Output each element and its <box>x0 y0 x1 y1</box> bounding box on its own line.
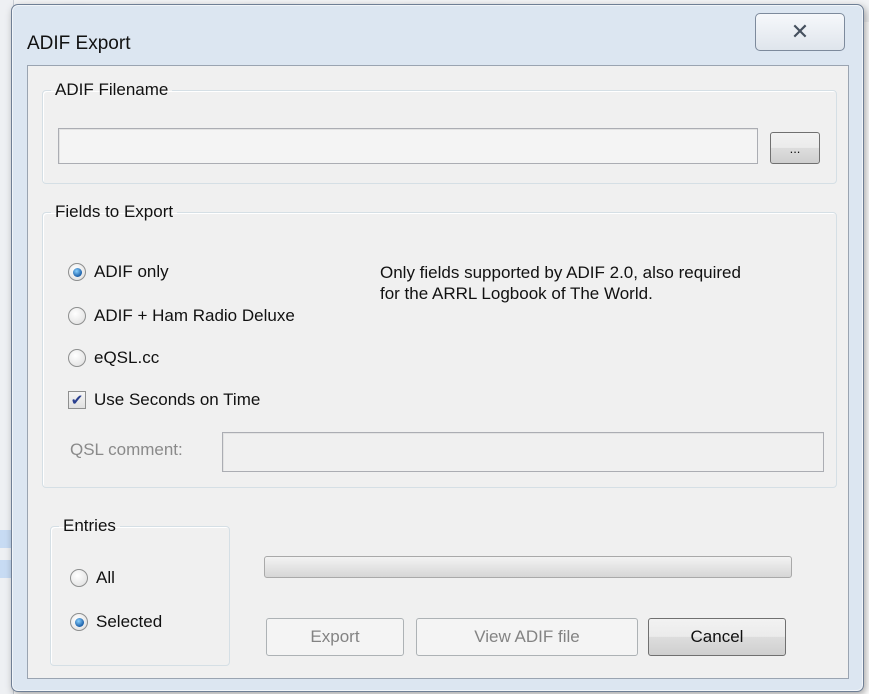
browse-button-label: ... <box>789 140 801 156</box>
cancel-button-label: Cancel <box>690 627 744 646</box>
export-progress-bar <box>264 556 792 578</box>
radio-adif-only-label: ADIF only <box>94 262 169 281</box>
export-button-label: Export <box>310 627 360 646</box>
dialog-titlebar[interactable]: ADIF Export ✕ <box>12 5 863 63</box>
radio-adif-hrd[interactable]: ADIF + Ham Radio Deluxe <box>68 306 295 326</box>
export-button[interactable]: Export <box>266 618 404 656</box>
close-button[interactable]: ✕ <box>755 13 845 51</box>
fields-description-line1: Only fields supported by ADIF 2.0, also … <box>380 263 741 282</box>
radio-button[interactable] <box>70 569 88 587</box>
qsl-comment-label: QSL comment: <box>70 440 183 459</box>
dialog-title: ADIF Export <box>27 33 131 54</box>
radio-eqsl-label: eQSL.cc <box>94 348 160 367</box>
radio-button[interactable] <box>70 613 88 631</box>
fields-description: Only fields supported by ADIF 2.0, also … <box>380 262 741 304</box>
dialog-client-area: ADIF Filename ... Fields to Export ADIF … <box>27 65 849 679</box>
radio-entries-all[interactable]: All <box>70 568 115 588</box>
use-seconds-checkbox[interactable]: ✔ <box>68 391 86 409</box>
filename-group-legend: ADIF Filename <box>55 80 169 99</box>
radio-button[interactable] <box>68 263 86 281</box>
use-seconds-label: Use Seconds on Time <box>94 390 261 409</box>
radio-button[interactable] <box>68 307 86 325</box>
entries-group: Entries <box>50 516 230 666</box>
close-icon: ✕ <box>790 19 810 44</box>
radio-adif-hrd-label: ADIF + Ham Radio Deluxe <box>94 306 295 325</box>
adif-export-dialog: ADIF Export ✕ ADIF Filename ... Fields t… <box>11 4 864 692</box>
radio-adif-only[interactable]: ADIF only <box>68 262 169 282</box>
radio-entries-all-label: All <box>96 568 115 587</box>
radio-eqsl[interactable]: eQSL.cc <box>68 348 159 368</box>
radio-button[interactable] <box>68 349 86 367</box>
radio-entries-selected[interactable]: Selected <box>70 612 162 632</box>
fields-description-line2: for the ARRL Logbook of The World. <box>380 284 653 303</box>
fields-group-legend: Fields to Export <box>55 202 174 221</box>
browse-button[interactable]: ... <box>770 132 820 164</box>
view-adif-file-label: View ADIF file <box>474 627 580 646</box>
entries-group-legend: Entries <box>63 516 116 535</box>
use-seconds-checkbox-row[interactable]: ✔ Use Seconds on Time <box>68 390 260 410</box>
view-adif-file-button[interactable]: View ADIF file <box>416 618 638 656</box>
cancel-button[interactable]: Cancel <box>648 618 786 656</box>
radio-entries-selected-label: Selected <box>96 612 163 631</box>
filename-input[interactable] <box>58 128 758 164</box>
qsl-comment-input[interactable] <box>222 432 824 472</box>
